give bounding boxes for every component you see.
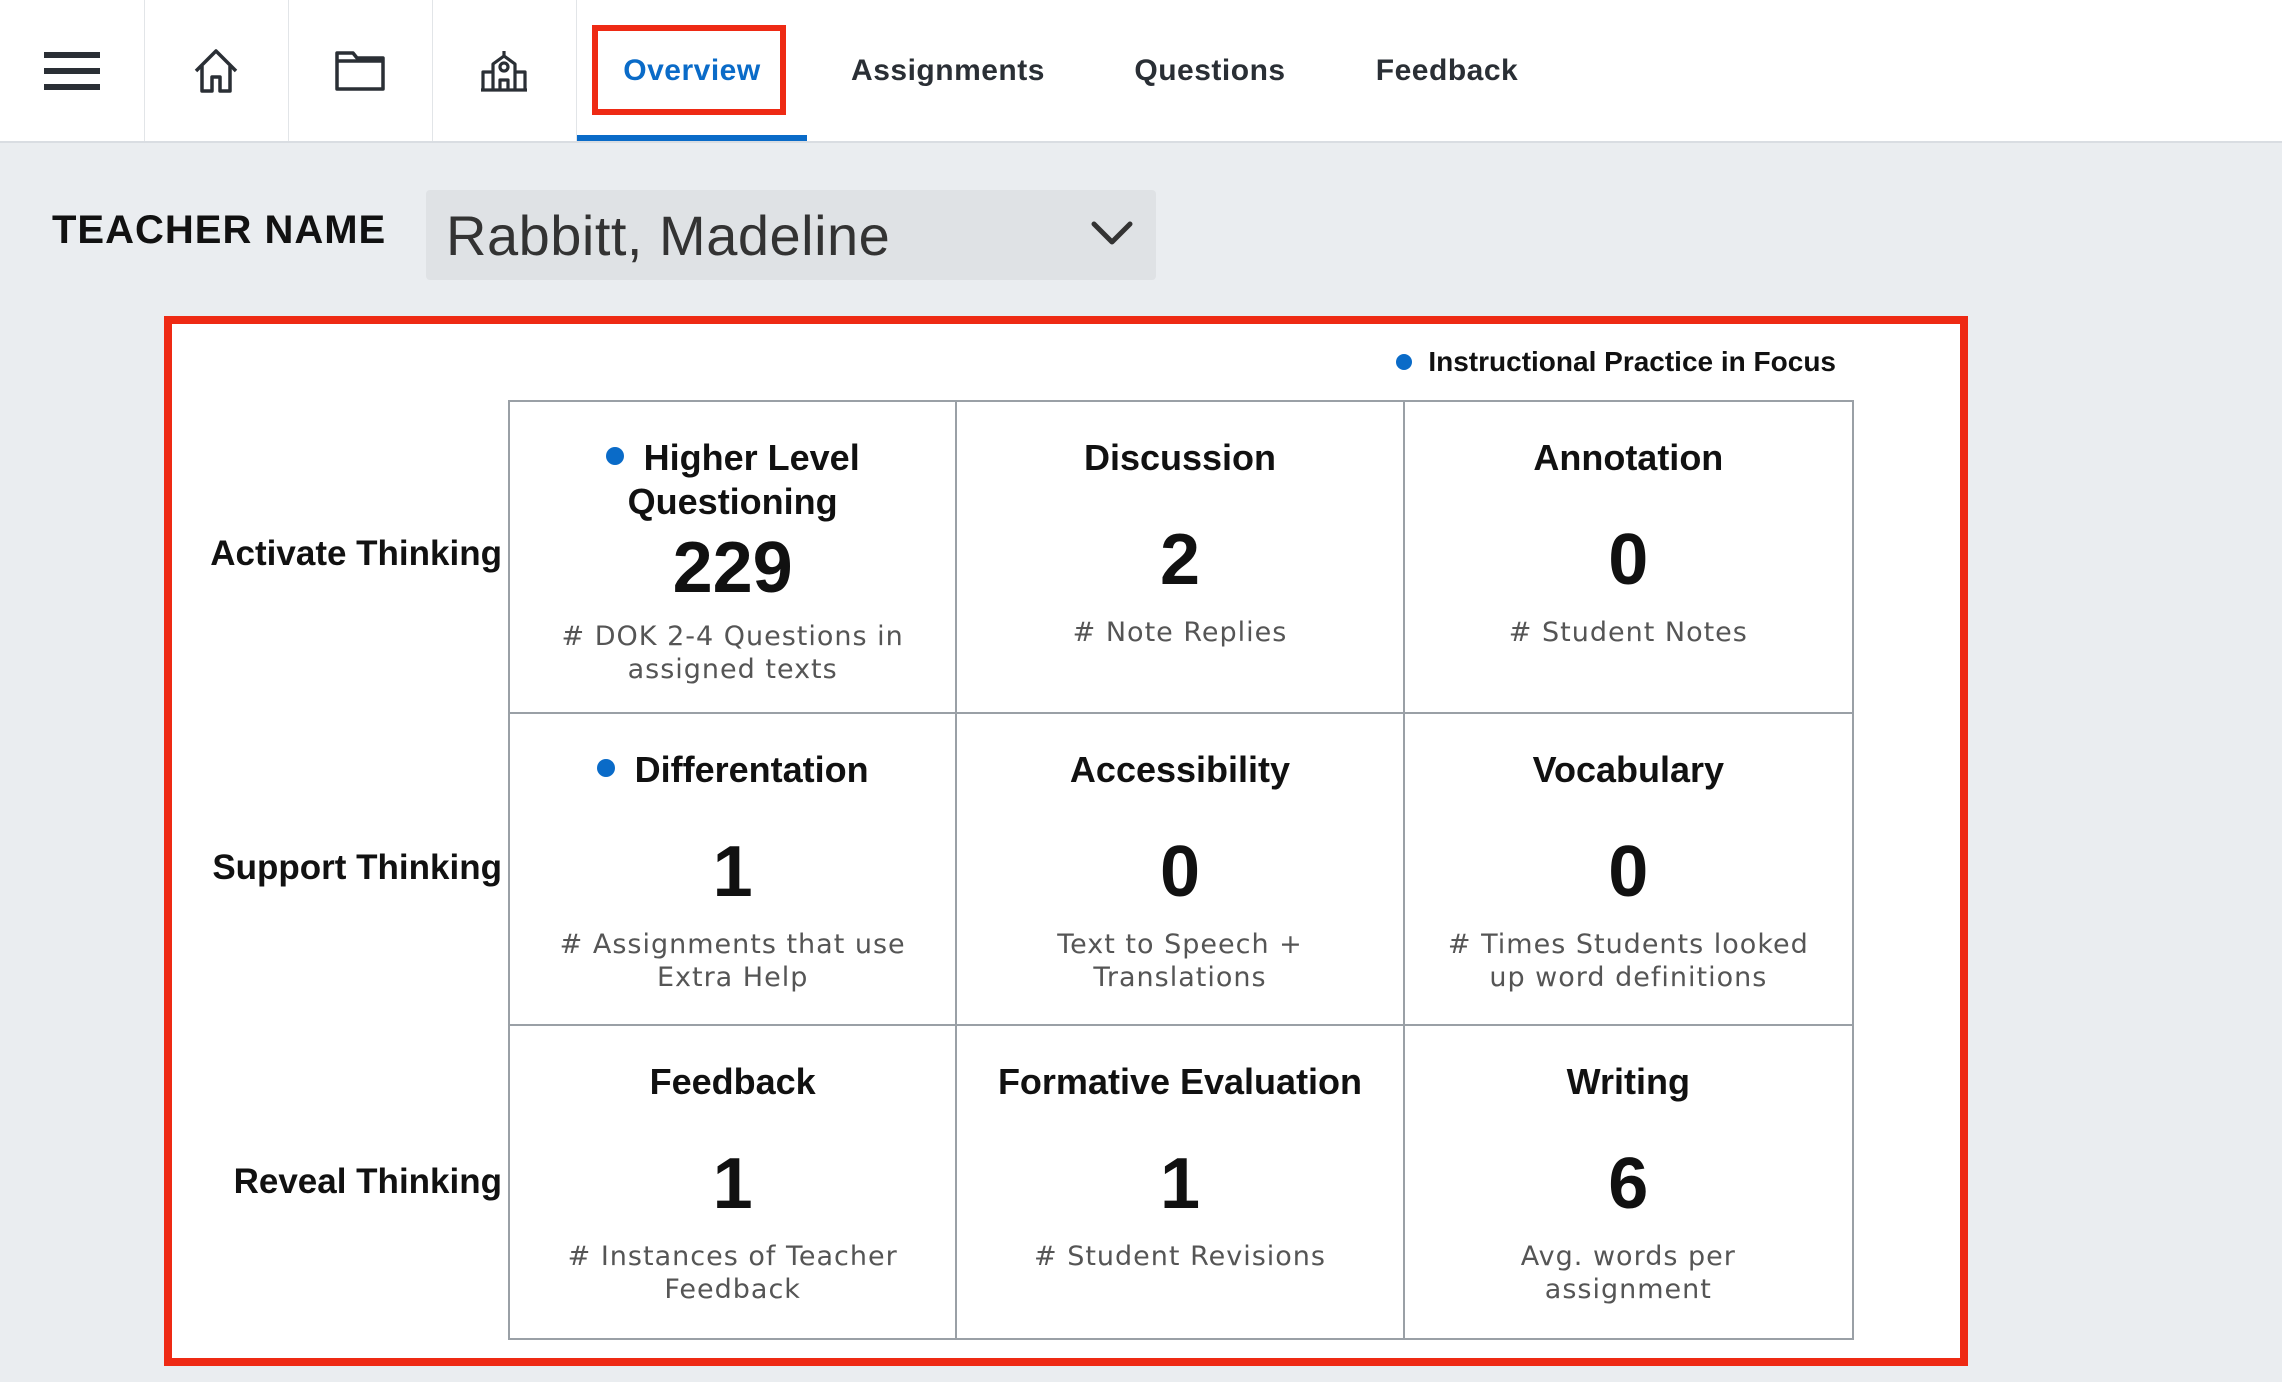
metric-card-accessibility[interactable]: Accessibility 0 Text to Speech + Transla… (957, 714, 1405, 1026)
metric-caption: # DOK 2-4 Questions in assigned texts (561, 621, 904, 685)
metric-title: Writing (1566, 1061, 1690, 1102)
active-tab-indicator (577, 135, 807, 141)
metric-value: 2 (1159, 520, 1201, 600)
school-button[interactable] (432, 0, 577, 141)
metric-title-text: Differentation (634, 749, 869, 790)
menu-button[interactable] (0, 0, 145, 141)
legend: Instructional Practice in Focus (1396, 346, 1836, 378)
top-nav-bar: Overview Assignments Questions Feedback (0, 0, 2282, 143)
focus-dot-icon (1396, 354, 1413, 370)
metric-title: Accessibility (1069, 749, 1291, 790)
tab-assignments-label: Assignments (851, 53, 1045, 87)
metric-caption: # Student Notes (1508, 617, 1748, 648)
home-button[interactable] (144, 0, 289, 141)
metric-card-feedback[interactable]: Feedback 1 # Instances of Teacher Feedba… (510, 1026, 958, 1338)
chevron-down-icon (1091, 221, 1133, 245)
metrics-grid: Higher Level Questioning 229 # DOK 2-4 Q… (508, 400, 1854, 1340)
menu-icon (44, 51, 100, 90)
tab-overview-label: Overview (623, 53, 761, 87)
metric-title: Discussion (1083, 437, 1277, 478)
folder-button[interactable] (288, 0, 433, 141)
metric-title: Differentation (530, 748, 935, 792)
metric-value: 1 (1159, 1144, 1201, 1224)
metric-value: 0 (1159, 832, 1201, 912)
tab-questions-label: Questions (1134, 53, 1286, 87)
metric-card-writing[interactable]: Writing 6 Avg. words per assignment (1405, 1026, 1852, 1338)
row-label-support-thinking: Support Thinking (212, 848, 502, 887)
metric-caption: # Times Students looked up word definiti… (1447, 929, 1809, 993)
metric-value: 229 (672, 528, 793, 608)
metric-title: Higher Level Questioning (530, 436, 935, 524)
metric-card-discussion[interactable]: Discussion 2 # Note Replies (957, 402, 1405, 714)
row-label-reveal-thinking: Reveal Thinking (233, 1162, 502, 1201)
metric-caption: # Assignments that use Extra Help (559, 929, 906, 993)
metric-value: 0 (1608, 832, 1649, 912)
metric-value: 0 (1608, 520, 1649, 600)
metric-title: Annotation (1533, 437, 1724, 478)
tab-feedback[interactable]: Feedback (1352, 0, 1542, 141)
metric-card-formative-evaluation[interactable]: Formative Evaluation 1 # Student Revisio… (957, 1026, 1405, 1338)
home-icon (194, 48, 238, 93)
legend-label: Instructional Practice in Focus (1428, 346, 1836, 377)
tab-feedback-label: Feedback (1375, 53, 1519, 87)
teacher-select-value: Rabbitt, Madeline (446, 203, 891, 267)
instructional-practice-panel: Instructional Practice in Focus Activate… (164, 316, 1968, 1366)
row-label-activate-thinking: Activate Thinking (210, 534, 502, 573)
metric-value: 1 (712, 1144, 753, 1224)
metric-caption: # Student Revisions (1034, 1241, 1326, 1272)
metric-title: Vocabulary (1532, 749, 1725, 790)
teacher-select-dropdown[interactable]: Rabbitt, Madeline (426, 190, 1156, 280)
focus-dot-icon (596, 759, 615, 778)
metric-caption: Avg. words per assignment (1520, 1241, 1736, 1305)
teacher-name-label: TEACHER NAME (52, 208, 387, 252)
metric-caption: # Instances of Teacher Feedback (567, 1241, 898, 1305)
metric-card-vocabulary[interactable]: Vocabulary 0 # Times Students looked up … (1404, 714, 1852, 1026)
folder-icon (335, 50, 385, 91)
school-icon (481, 50, 527, 92)
metric-title: Formative Evaluation (997, 1061, 1363, 1102)
metric-title: Feedback (649, 1061, 816, 1102)
tab-overview[interactable]: Overview (577, 0, 807, 141)
metric-card-differentation[interactable]: Differentation 1 # Assignments that use … (510, 714, 958, 1026)
tab-questions[interactable]: Questions (1110, 0, 1310, 141)
metric-value: 6 (1608, 1144, 1649, 1224)
tab-assignments[interactable]: Assignments (830, 0, 1066, 141)
metric-caption: Text to Speech + Translations (1057, 929, 1303, 993)
metric-caption: # Note Replies (1072, 617, 1288, 648)
metric-value: 1 (712, 832, 753, 912)
metric-card-annotation[interactable]: Annotation 0 # Student Notes (1404, 402, 1852, 714)
metric-title-text: Higher Level Questioning (627, 437, 860, 522)
focus-dot-icon (605, 447, 624, 466)
metric-card-higher-level-questioning[interactable]: Higher Level Questioning 229 # DOK 2-4 Q… (510, 402, 958, 714)
